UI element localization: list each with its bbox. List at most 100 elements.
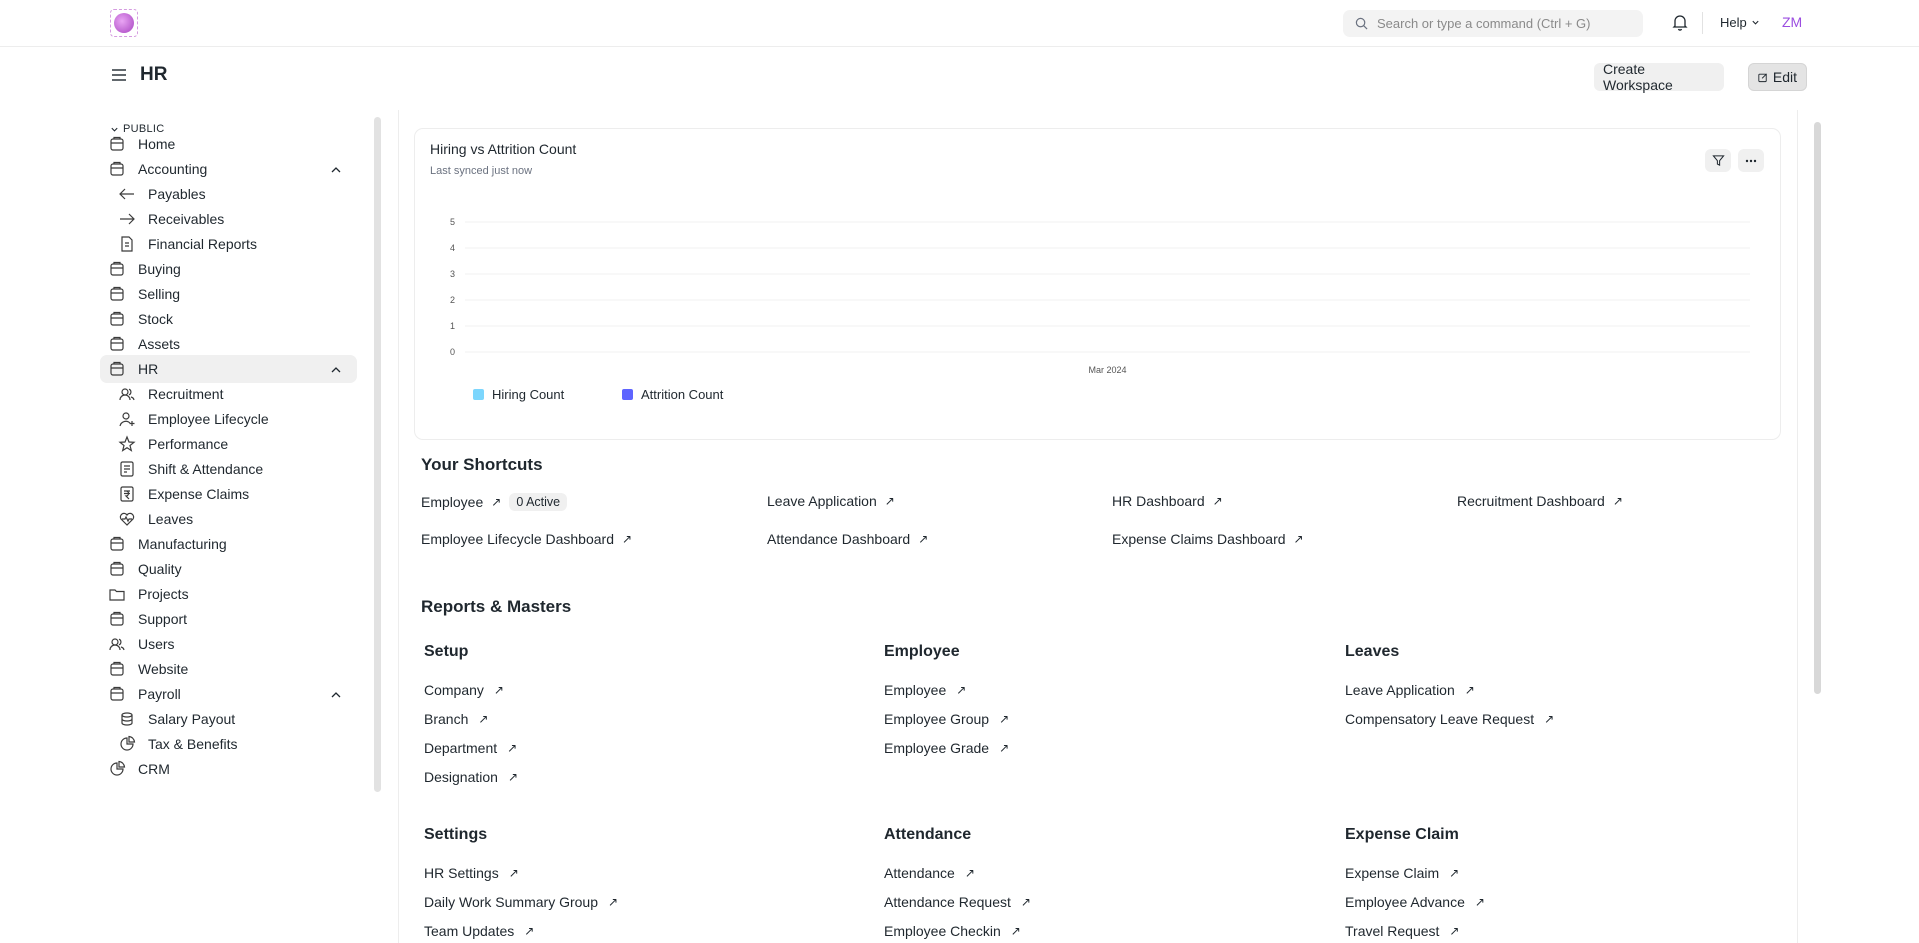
status-badge: 0 Active	[509, 493, 568, 511]
sidebar-item-support[interactable]: Support	[100, 605, 357, 633]
report-link-label: Employee Advance	[1345, 894, 1465, 910]
chevron-up-icon[interactable]	[330, 363, 342, 379]
report-link-label: Employee	[884, 682, 947, 698]
sidebar-item-label: Payroll	[138, 686, 181, 702]
sidebar-item-label: Expense Claims	[148, 486, 250, 502]
report-link-team-updates[interactable]: Team Updates ↗	[424, 923, 534, 939]
shortcut-expense-claims-dashboard[interactable]: Expense Claims Dashboard ↗	[1112, 531, 1304, 547]
report-link-daily-work-summary-group[interactable]: Daily Work Summary Group ↗	[424, 894, 618, 910]
shortcut-employee[interactable]: Employee ↗ 0 Active	[421, 493, 568, 511]
sidebar-item-label: Payables	[148, 186, 206, 202]
edit-button[interactable]: Edit	[1748, 63, 1807, 91]
report-link-company[interactable]: Company ↗	[424, 682, 504, 698]
report-link-employee-checkin[interactable]: Employee Checkin ↗	[884, 923, 1021, 939]
legend-item-hiring[interactable]: Hiring Count	[473, 387, 564, 402]
chevron-up-icon[interactable]	[330, 163, 342, 179]
sidebar-item-manufacturing[interactable]: Manufacturing	[100, 530, 357, 558]
report-link-designation[interactable]: Designation ↗	[424, 769, 518, 785]
sidebar-item-recruitment[interactable]: Recruitment	[100, 380, 357, 408]
report-link-attendance[interactable]: Attendance ↗	[884, 865, 975, 881]
sidebar-item-stock[interactable]: Stock	[100, 305, 357, 333]
shortcut-label: Employee Lifecycle Dashboard	[421, 531, 614, 547]
external-link-icon: ↗	[508, 866, 519, 880]
report-link-department[interactable]: Department ↗	[424, 740, 517, 756]
chevron-up-icon[interactable]	[330, 688, 342, 704]
shortcut-attendance-dashboard[interactable]: Attendance Dashboard ↗	[767, 531, 928, 547]
shortcut-label: Expense Claims Dashboard	[1112, 531, 1286, 547]
sidebar-item-employee-lifecycle[interactable]: Employee Lifecycle	[100, 405, 357, 433]
app-logo[interactable]	[110, 9, 138, 37]
sidebar-item-leaves[interactable]: Leaves	[100, 505, 357, 533]
sidebar-item-label: Performance	[148, 436, 229, 452]
sidebar-item-payroll[interactable]: Payroll	[100, 680, 357, 708]
sidebar-item-buying[interactable]: Buying	[100, 255, 357, 283]
report-link-employee-grade[interactable]: Employee Grade ↗	[884, 740, 1009, 756]
external-link-icon: ↗	[622, 532, 633, 546]
search-bar[interactable]: Search or type a command (Ctrl + G)	[1343, 10, 1643, 37]
report-link-employee-advance[interactable]: Employee Advance ↗	[1345, 894, 1485, 910]
sidebar-item-label: Selling	[138, 286, 181, 302]
chevron-down-icon	[1752, 20, 1759, 25]
y-tick-label: 1	[450, 321, 455, 331]
sidebar-item-shift-attendance[interactable]: Shift & Attendance	[100, 455, 357, 483]
heart-icon	[118, 510, 136, 528]
help-dropdown[interactable]: Help	[1720, 15, 1760, 30]
sidebar-scrollbar[interactable]	[374, 117, 381, 792]
sidebar-item-salary-payout[interactable]: Salary Payout	[100, 705, 357, 733]
report-link-label: Daily Work Summary Group	[424, 894, 599, 910]
users-icon	[108, 635, 126, 653]
sidebar-item-label: Stock	[138, 311, 174, 327]
sidebar-item-receivables[interactable]: Receivables	[100, 205, 357, 233]
bell-icon[interactable]	[1672, 13, 1688, 31]
sidebar-item-performance[interactable]: Performance	[100, 430, 357, 458]
report-link-expense-claim[interactable]: Expense Claim ↗	[1345, 865, 1459, 881]
create-workspace-button[interactable]: Create Workspace	[1594, 61, 1724, 93]
report-link-branch[interactable]: Branch ↗	[424, 711, 488, 727]
sidebar-item-crm[interactable]: CRM	[100, 755, 357, 783]
report-link-leave-application[interactable]: Leave Application ↗	[1345, 682, 1475, 698]
shortcut-recruitment-dashboard[interactable]: Recruitment Dashboard ↗	[1457, 493, 1623, 509]
report-link-employee[interactable]: Employee ↗	[884, 682, 966, 698]
main-scrollbar[interactable]	[1814, 122, 1821, 694]
top-navbar: Search or type a command (Ctrl + G) Help…	[0, 0, 1919, 47]
y-tick-label: 0	[450, 347, 455, 357]
y-tick-label: 2	[450, 295, 455, 305]
sidebar-item-accounting[interactable]: Accounting	[100, 155, 357, 183]
external-link-icon: ↗	[478, 712, 489, 726]
shortcut-hr-dashboard[interactable]: HR Dashboard ↗	[1112, 493, 1223, 509]
navbar-divider	[1702, 12, 1703, 34]
shortcut-employee-lifecycle-dashboard[interactable]: Employee Lifecycle Dashboard ↗	[421, 531, 632, 547]
sidebar-item-website[interactable]: Website	[100, 655, 357, 683]
sidebar-item-label: Tax & Benefits	[148, 736, 238, 752]
sidebar-item-users[interactable]: Users	[100, 630, 357, 658]
users-icon	[118, 385, 136, 403]
report-link-travel-request[interactable]: Travel Request ↗	[1345, 923, 1459, 939]
report-link-label: Employee Group	[884, 711, 990, 727]
sidebar-item-label: Accounting	[138, 161, 208, 177]
report-link-compensatory-leave-request[interactable]: Compensatory Leave Request ↗	[1345, 711, 1554, 727]
sidebar-item-financial-reports[interactable]: Financial Reports	[100, 230, 357, 258]
sidebar-item-payables[interactable]: Payables	[100, 180, 357, 208]
hamburger-icon[interactable]	[111, 68, 127, 82]
report-link-hr-settings[interactable]: HR Settings ↗	[424, 865, 519, 881]
sidebar-item-label: Salary Payout	[148, 711, 236, 727]
legend-item-attrition[interactable]: Attrition Count	[622, 387, 723, 402]
sidebar-item-home[interactable]: Home	[100, 130, 357, 158]
external-link-icon: ↗	[884, 494, 895, 508]
report-link-employee-group[interactable]: Employee Group ↗	[884, 711, 1009, 727]
report-group-title: Employee	[884, 643, 960, 660]
sidebar-item-selling[interactable]: Selling	[100, 280, 357, 308]
sidebar-item-quality[interactable]: Quality	[100, 555, 357, 583]
external-link-icon: ↗	[1544, 712, 1555, 726]
shortcut-leave-application[interactable]: Leave Application ↗	[767, 493, 895, 509]
sidebar-item-label: Employee Lifecycle	[148, 411, 269, 427]
help-label: Help	[1720, 15, 1747, 30]
sidebar-item-expense-claims[interactable]: Expense Claims	[100, 480, 357, 508]
user-avatar[interactable]: ZM	[1782, 14, 1802, 30]
sidebar-item-tax-benefits[interactable]: Tax & Benefits	[100, 730, 357, 758]
report-link-attendance-request[interactable]: Attendance Request ↗	[884, 894, 1031, 910]
sidebar-item-assets[interactable]: Assets	[100, 330, 357, 358]
sidebar-item-hr[interactable]: HR	[100, 355, 357, 383]
shortcut-label: Recruitment Dashboard	[1457, 493, 1605, 509]
sidebar-item-projects[interactable]: Projects	[100, 580, 357, 608]
